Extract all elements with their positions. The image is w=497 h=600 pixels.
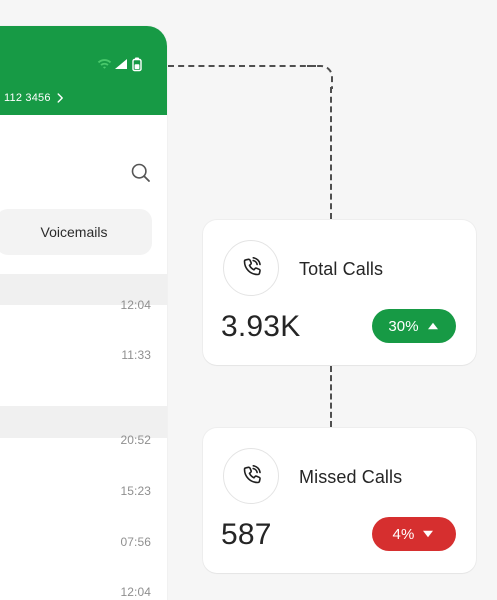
voicemails-tab[interactable]: Voicemails <box>0 209 152 255</box>
total-calls-badge-text: 30% <box>388 317 419 335</box>
voicemails-label: Voicemails <box>40 224 108 240</box>
call-time: 11:33 <box>121 348 151 362</box>
phone-header: 112 3456 <box>0 26 167 115</box>
connector-line <box>307 65 333 89</box>
missed-calls-badge: 4% <box>372 517 456 551</box>
total-calls-badge: 30% <box>372 309 456 343</box>
total-calls-value: 3.93K <box>221 310 301 343</box>
account-link[interactable]: 112 3456 <box>4 92 64 104</box>
chevron-right-icon <box>57 93 63 103</box>
triangle-up-icon <box>427 322 438 330</box>
wifi-icon <box>97 59 112 69</box>
missed-calls-value: 587 <box>221 518 272 551</box>
status-icons <box>97 57 143 73</box>
missed-calls-card: Missed Calls 587 4% <box>203 428 476 573</box>
phone-call-icon <box>243 257 261 276</box>
total-calls-card: Total Calls 3.93K 30% <box>203 220 476 365</box>
phone-preview: 112 3456 Voicemails 12:04 11:33 20:52 15… <box>0 26 167 600</box>
total-calls-title: Total Calls <box>299 259 384 279</box>
signal-icon <box>115 59 127 69</box>
missed-calls-badge-text: 4% <box>392 525 415 543</box>
missed-calls-title: Missed Calls <box>299 467 403 487</box>
missed-calls-icon-wrap <box>223 448 279 504</box>
battery-icon <box>132 57 142 72</box>
call-time: 20:52 <box>120 433 151 447</box>
connector-line <box>330 87 332 219</box>
total-calls-icon-wrap <box>223 240 279 296</box>
call-time: 15:23 <box>120 484 151 498</box>
call-time: 12:04 <box>120 298 151 312</box>
call-time: 12:04 <box>120 585 151 599</box>
call-time: 07:56 <box>120 535 151 549</box>
phone-call-icon <box>243 465 261 484</box>
canvas: 112 3456 Voicemails 12:04 11:33 20:52 15… <box>0 0 497 600</box>
search-icon[interactable] <box>130 162 152 184</box>
connector-line <box>168 65 316 67</box>
triangle-down-icon <box>423 530 434 538</box>
connector-line <box>330 366 332 427</box>
account-number: 112 3456 <box>4 92 51 104</box>
